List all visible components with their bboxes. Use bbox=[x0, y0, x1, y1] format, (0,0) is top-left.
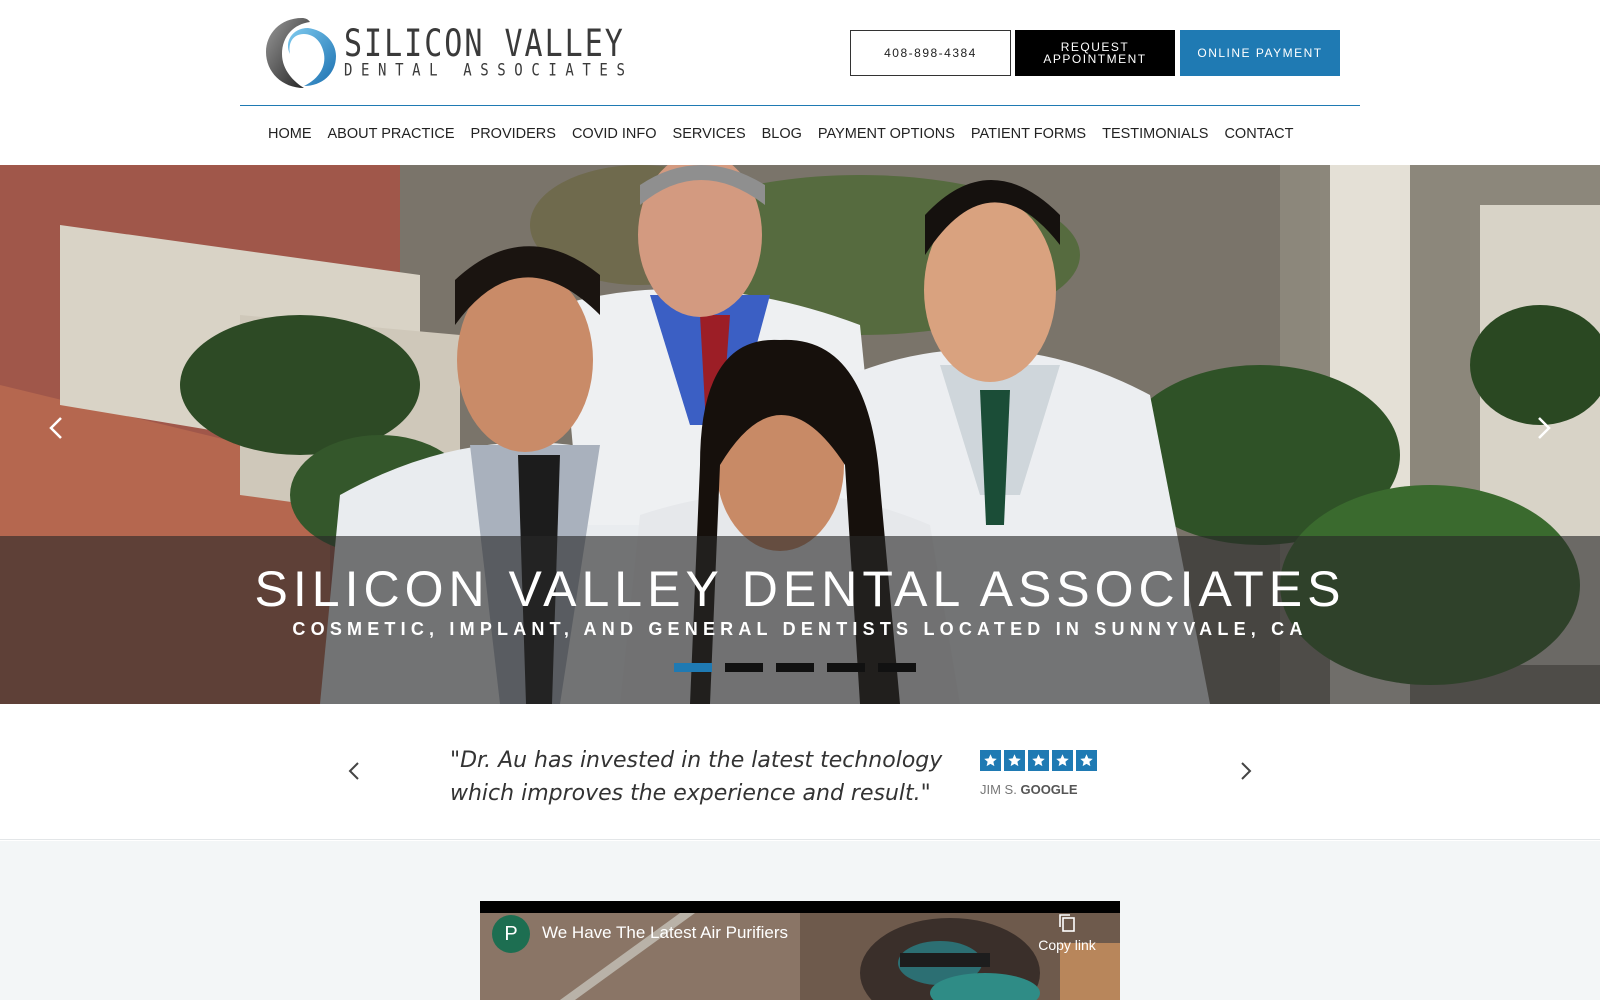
nav-item-testimonials[interactable]: Testimonials bbox=[1102, 126, 1224, 148]
chevron-left-icon bbox=[49, 417, 62, 439]
logo-swirl-icon bbox=[266, 18, 336, 88]
chevron-right-icon bbox=[1241, 762, 1252, 780]
rating-stars bbox=[980, 750, 1097, 771]
star-icon bbox=[1052, 750, 1073, 771]
testimonial-quote: "Dr. Au has invested in the latest techn… bbox=[450, 748, 943, 806]
slide-dot-5[interactable] bbox=[878, 663, 916, 672]
slide-dot-1[interactable] bbox=[674, 663, 712, 672]
star-icon bbox=[980, 750, 1001, 771]
testimonial-next-button[interactable] bbox=[1234, 756, 1258, 786]
request-appointment-button[interactable]: Request Appointment bbox=[1015, 30, 1175, 76]
channel-avatar[interactable]: P bbox=[492, 915, 530, 953]
chevron-left-icon bbox=[348, 762, 359, 780]
testimonial-author: JIM S. GOOGLE bbox=[980, 782, 1078, 797]
main-nav: Home About Practice Providers Covid Info… bbox=[268, 126, 1309, 148]
nav-item-about-practice[interactable]: About Practice bbox=[328, 126, 471, 148]
slide-dot-4[interactable] bbox=[827, 663, 865, 672]
youtube-embed[interactable]: P We Have The Latest Air Purifiers Copy … bbox=[480, 901, 1120, 1000]
site-logo[interactable]: SILICON VALLEY DENTAL ASSOCIATES bbox=[264, 14, 625, 92]
copy-icon bbox=[1059, 914, 1075, 932]
slide-dot-2[interactable] bbox=[725, 663, 763, 672]
logo-subtitle: DENTAL ASSOCIATES bbox=[344, 61, 634, 81]
copy-link-label: Copy link bbox=[1038, 937, 1096, 953]
site-header: SILICON VALLEY DENTAL ASSOCIATES 408-898… bbox=[0, 0, 1600, 165]
phone-button[interactable]: 408-898-4384 bbox=[850, 30, 1011, 76]
logo-title: SILICON VALLEY bbox=[344, 22, 625, 66]
reviewer-name: JIM S. bbox=[980, 782, 1017, 797]
testimonial-prev-button[interactable] bbox=[342, 756, 366, 786]
video-top-bar bbox=[480, 901, 1120, 913]
hero-prev-button[interactable] bbox=[36, 403, 76, 453]
copy-link-button[interactable]: Copy link bbox=[1032, 913, 1102, 953]
nav-item-blog[interactable]: Blog bbox=[762, 126, 818, 148]
nav-item-services[interactable]: Services bbox=[673, 126, 762, 148]
nav-item-patient-forms[interactable]: Patient Forms bbox=[971, 126, 1102, 148]
hero-next-button[interactable] bbox=[1524, 403, 1564, 453]
chevron-right-icon bbox=[1538, 417, 1551, 439]
hero-title: SILICON VALLEY DENTAL ASSOCIATES bbox=[254, 561, 1346, 617]
testimonial-slider: "Dr. Au has invested in the latest techn… bbox=[0, 704, 1600, 840]
hero-subtitle: Cosmetic, Implant, and General Dentists … bbox=[292, 619, 1308, 639]
nav-item-home[interactable]: Home bbox=[268, 126, 328, 148]
slide-dot-3[interactable] bbox=[776, 663, 814, 672]
online-payment-button[interactable]: Online Payment bbox=[1180, 30, 1340, 76]
header-divider bbox=[240, 105, 1360, 106]
star-icon bbox=[1028, 750, 1049, 771]
star-icon bbox=[1004, 750, 1025, 771]
star-icon bbox=[1076, 750, 1097, 771]
video-section: P We Have The Latest Air Purifiers Copy … bbox=[0, 841, 1600, 1000]
slider-pagination bbox=[674, 663, 916, 672]
review-source: GOOGLE bbox=[1020, 782, 1078, 797]
nav-item-providers[interactable]: Providers bbox=[471, 126, 572, 148]
nav-item-contact[interactable]: Contact bbox=[1224, 126, 1309, 148]
nav-item-covid-info[interactable]: Covid Info bbox=[572, 126, 673, 148]
hero-slider: SILICON VALLEY DENTAL ASSOCIATES Cosmeti… bbox=[0, 165, 1600, 704]
nav-item-payment-options[interactable]: Payment Options bbox=[818, 126, 971, 148]
video-title[interactable]: We Have The Latest Air Purifiers bbox=[542, 923, 788, 943]
